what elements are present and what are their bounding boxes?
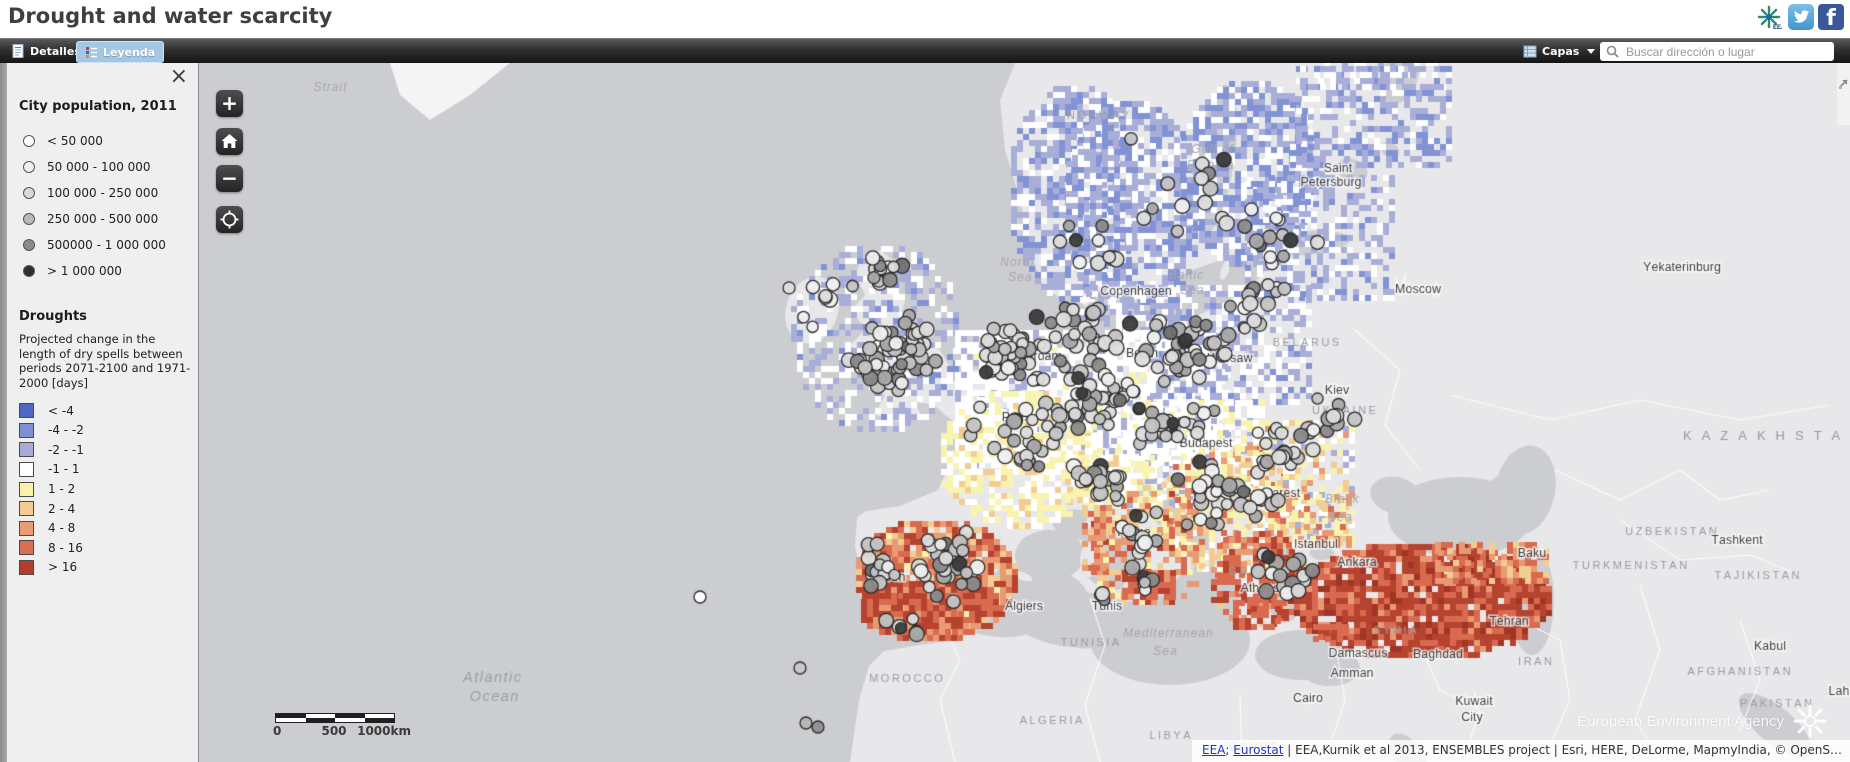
attribution-link-eea[interactable]: EEA bbox=[1202, 743, 1225, 757]
legend-button[interactable]: Leyenda bbox=[76, 41, 164, 63]
population-class-symbol bbox=[23, 187, 35, 199]
drought-class-label: 2 - 4 bbox=[48, 502, 75, 516]
droughts-legend-description: Projected change in the length of dry sp… bbox=[19, 332, 191, 391]
layers-label: Capas bbox=[1542, 45, 1579, 58]
caret-down-icon bbox=[1587, 49, 1595, 54]
population-class-symbol bbox=[23, 265, 35, 277]
scale-bar: 0 500 1000km bbox=[275, 713, 393, 737]
drought-class-swatch bbox=[19, 501, 34, 516]
drought-class-label: -1 - 1 bbox=[48, 462, 80, 476]
scale-label-0: 0 bbox=[273, 724, 281, 738]
zoom-in-button[interactable]: + bbox=[216, 90, 243, 117]
drought-class-swatch bbox=[19, 540, 34, 555]
panel-toggle-tab bbox=[1837, 63, 1850, 125]
drought-class-label: 4 - 8 bbox=[48, 521, 75, 535]
zoom-out-icon: − bbox=[216, 165, 243, 191]
map-viewport[interactable]: + − 0 500 1000km bbox=[199, 63, 1850, 762]
legend-list-icon bbox=[85, 46, 98, 59]
drought-class-label: > 16 bbox=[48, 560, 77, 574]
drought-class-row: 2 - 4 bbox=[19, 499, 186, 519]
search-input[interactable] bbox=[1624, 44, 1828, 60]
drought-class-row: 1 - 2 bbox=[19, 479, 186, 499]
drought-class-row: -4 - -2 bbox=[19, 420, 186, 440]
drought-class-label: -2 - -1 bbox=[48, 443, 84, 457]
drought-class-row: > 16 bbox=[19, 558, 186, 578]
drought-class-label: 1 - 2 bbox=[48, 482, 75, 496]
drought-class-label: -4 - -2 bbox=[48, 423, 84, 437]
population-legend-list: < 50 000 50 000 - 100 000 100 000 - 250 00… bbox=[19, 128, 186, 283]
legend-panel: × City population, 2011 < 50 000 50 000 -… bbox=[7, 63, 199, 762]
population-class-label: > 1 000 000 bbox=[47, 264, 122, 278]
population-class-label: 250 000 - 500 000 bbox=[47, 212, 158, 226]
population-class-label: 50 000 - 100 000 bbox=[47, 160, 151, 174]
details-label: Detalles bbox=[30, 45, 81, 58]
drought-class-row: 4 - 8 bbox=[19, 518, 186, 538]
facebook-icon[interactable]: f bbox=[1818, 4, 1844, 30]
close-icon[interactable]: × bbox=[170, 67, 188, 87]
population-class-symbol bbox=[23, 213, 35, 225]
population-class-symbol bbox=[23, 135, 35, 147]
population-class-row: 100 000 - 250 000 bbox=[19, 180, 186, 205]
page-title: Drought and water scarcity bbox=[8, 4, 332, 28]
population-class-row: 50 000 - 100 000 bbox=[19, 154, 186, 179]
population-class-row: 500000 - 1 000 000 bbox=[19, 232, 186, 257]
svg-text:EEA: EEA bbox=[1773, 25, 1782, 30]
home-icon bbox=[216, 128, 243, 155]
header: Drought and water scarcity EEA f bbox=[0, 0, 1850, 38]
population-class-row: 250 000 - 500 000 bbox=[19, 206, 186, 231]
population-class-row: > 1 000 000 bbox=[19, 258, 186, 283]
layers-icon bbox=[1523, 45, 1537, 58]
drought-class-row: 8 - 16 bbox=[19, 538, 186, 558]
home-button[interactable] bbox=[216, 128, 243, 155]
toolbar: Detalles Leyenda Capas bbox=[0, 38, 1850, 64]
drought-class-label: < -4 bbox=[48, 404, 74, 418]
left-gutter bbox=[0, 63, 7, 762]
drought-class-row: -2 - -1 bbox=[19, 440, 186, 460]
drought-class-swatch bbox=[19, 403, 34, 418]
drought-class-row: < -4 bbox=[19, 401, 186, 421]
twitter-icon[interactable] bbox=[1788, 4, 1814, 30]
layers-button[interactable]: Capas bbox=[1515, 41, 1603, 61]
drought-class-swatch bbox=[19, 482, 34, 497]
scale-label-1000km: 1000km bbox=[357, 724, 411, 738]
population-class-label: < 50 000 bbox=[47, 134, 103, 148]
population-legend-title: City population, 2011 bbox=[19, 99, 186, 114]
map-attribution: EEA; Eurostat | EEA,Kurnik et al 2013, E… bbox=[1192, 740, 1850, 762]
map-canvas[interactable] bbox=[199, 63, 1850, 762]
document-icon bbox=[12, 44, 25, 58]
population-class-symbol bbox=[23, 161, 35, 173]
zoom-in-icon: + bbox=[216, 90, 243, 116]
locate-icon bbox=[216, 206, 243, 233]
population-class-label: 100 000 - 250 000 bbox=[47, 186, 158, 200]
eea-logo-icon[interactable]: EEA bbox=[1756, 4, 1782, 30]
drought-class-swatch bbox=[19, 423, 34, 438]
drought-class-swatch bbox=[19, 442, 34, 457]
scale-bar-segments bbox=[275, 713, 395, 723]
population-class-label: 500000 - 1 000 000 bbox=[47, 238, 166, 252]
drought-class-swatch bbox=[19, 462, 34, 477]
drought-class-row: -1 - 1 bbox=[19, 460, 186, 480]
app-window: Drought and water scarcity EEA f bbox=[0, 0, 1850, 762]
droughts-legend-list: < -4 -4 - -2 -2 - -1 -1 - 1 1 - 2 2 - 4 4 - 8 8… bbox=[19, 401, 186, 577]
legend-label: Leyenda bbox=[103, 46, 155, 59]
scale-label-500: 500 bbox=[321, 724, 346, 738]
legend-content: City population, 2011 < 50 000 50 000 - 1… bbox=[7, 63, 198, 577]
drought-class-swatch bbox=[19, 521, 34, 536]
search-icon bbox=[1606, 45, 1619, 58]
search-box[interactable] bbox=[1600, 42, 1834, 61]
population-class-row: < 50 000 bbox=[19, 128, 186, 153]
attribution-text: | EEA,Kurnik et al 2013, ENSEMBLES proje… bbox=[1283, 743, 1842, 757]
droughts-legend-title: Droughts bbox=[19, 309, 186, 324]
attribution-link-eurostat[interactable]: Eurostat bbox=[1233, 743, 1283, 757]
population-class-symbol bbox=[23, 239, 35, 251]
locate-button[interactable] bbox=[216, 206, 243, 233]
drought-class-label: 8 - 16 bbox=[48, 541, 83, 555]
zoom-out-button[interactable]: − bbox=[216, 165, 243, 192]
expand-arrow-icon[interactable] bbox=[1837, 77, 1850, 90]
drought-class-swatch bbox=[19, 560, 34, 575]
